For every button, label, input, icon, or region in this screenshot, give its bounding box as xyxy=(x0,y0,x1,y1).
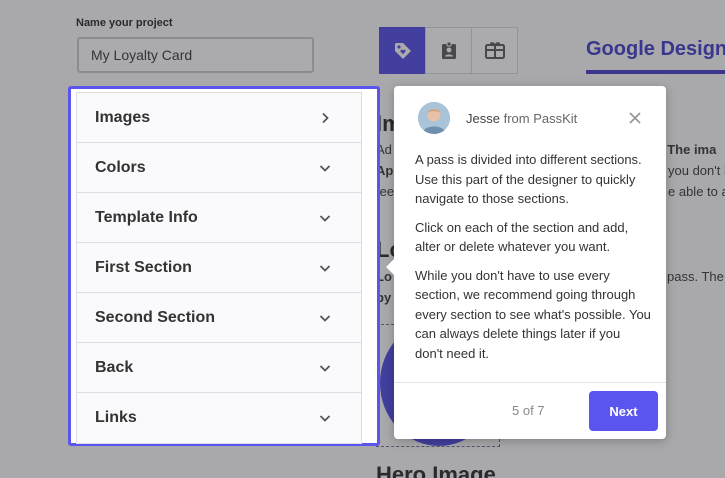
section-item-back[interactable]: Back xyxy=(77,343,361,393)
author-company: from PassKit xyxy=(503,111,578,126)
avatar xyxy=(418,102,450,134)
section-label: First Section xyxy=(95,258,192,276)
chevron-down-icon xyxy=(319,412,331,424)
section-label: Colors xyxy=(95,158,146,176)
popover-arrow xyxy=(386,258,395,276)
tour-popover: Jesse from PassKit A pass is divided int… xyxy=(386,86,666,439)
tour-author: Jesse from PassKit xyxy=(466,111,577,126)
section-label: Links xyxy=(95,409,137,426)
close-icon[interactable] xyxy=(628,111,642,125)
section-item-colors[interactable]: Colors xyxy=(77,143,361,193)
section-nav: Images Colors Template Info First Sectio… xyxy=(76,92,362,444)
chevron-right-icon xyxy=(319,112,331,124)
tour-paragraph: While you don't have to use every sectio… xyxy=(415,267,651,361)
section-nav-highlight: Images Colors Template Info First Sectio… xyxy=(68,86,380,446)
section-item-template-info[interactable]: Template Info xyxy=(77,193,361,243)
author-name: Jesse xyxy=(466,111,500,126)
tour-paragraph: A pass is divided into different section… xyxy=(415,152,642,206)
section-item-images[interactable]: Images xyxy=(77,93,361,143)
section-item-second-section[interactable]: Second Section xyxy=(77,293,361,343)
section-label: Second Section xyxy=(95,308,216,326)
section-label: Images xyxy=(95,108,151,126)
tour-message: A pass is divided into different section… xyxy=(415,150,651,372)
chevron-down-icon xyxy=(319,162,331,174)
section-item-links[interactable]: Links xyxy=(77,393,361,443)
tour-paragraph: Click on each of the section and add, al… xyxy=(415,219,629,255)
chevron-down-icon xyxy=(319,312,331,324)
section-item-first-section[interactable]: First Section xyxy=(77,243,361,293)
tour-footer: 5 of 7 Next xyxy=(394,382,666,439)
step-counter: 5 of 7 xyxy=(512,403,545,418)
chevron-down-icon xyxy=(319,262,331,274)
chevron-down-icon xyxy=(319,212,331,224)
chevron-down-icon xyxy=(319,362,331,374)
section-label: Back xyxy=(95,358,134,376)
next-button[interactable]: Next xyxy=(589,391,658,431)
section-label: Template Info xyxy=(95,208,198,226)
